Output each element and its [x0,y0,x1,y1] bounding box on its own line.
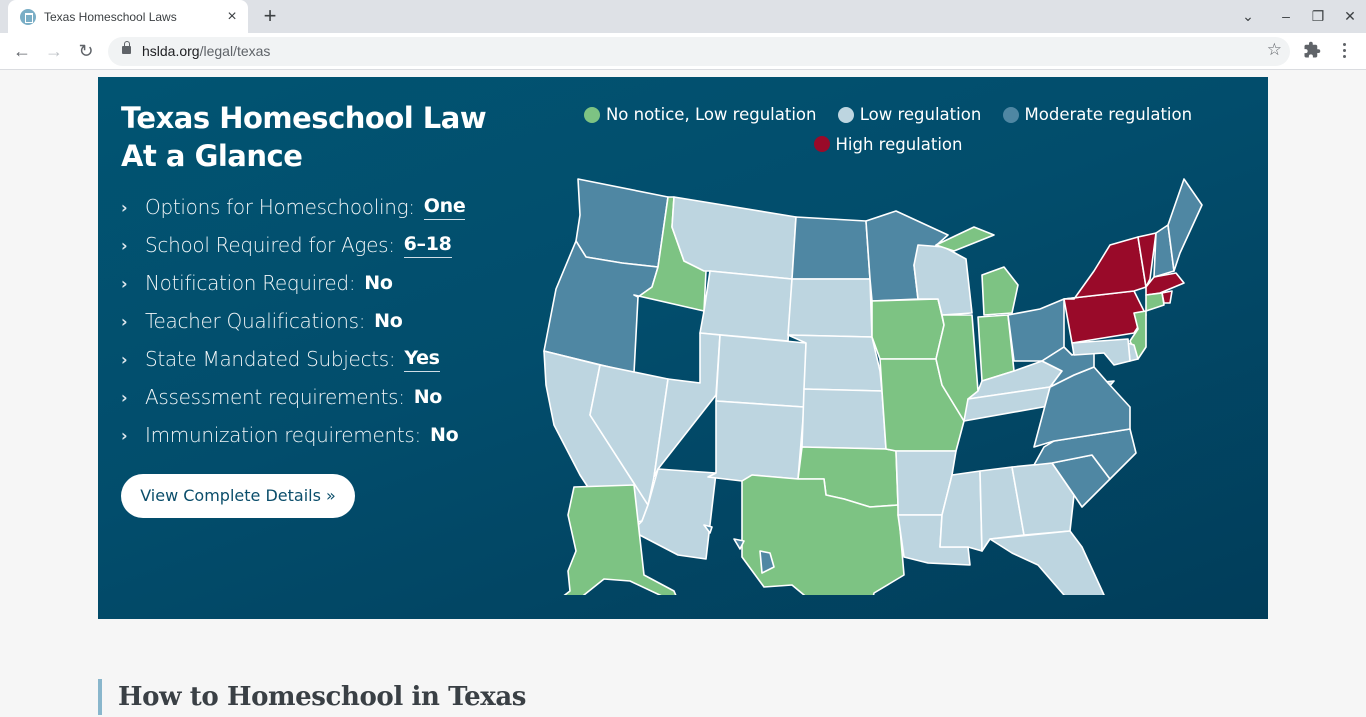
address-bar[interactable]: hslda.org/legal/texas ☆ [108,37,1290,66]
fact-label: Notification Required: [145,271,356,295]
close-window-icon[interactable]: ✕ [1338,6,1362,26]
url-domain: hslda.org [142,43,200,59]
state-sd[interactable] [787,278,873,338]
chevron-right-icon: › [121,425,128,445]
legend-item-low: Low regulation [837,101,982,128]
legend-dot [1002,106,1019,123]
restore-icon[interactable]: ❐ [1306,6,1330,26]
legend-dot [837,106,854,123]
fact-value-link[interactable]: One [423,195,466,220]
legend-dot [813,136,830,152]
fact-label: Assessment requirements: [145,385,405,409]
banner-title: Texas Homeschool Law At a Glance [121,101,487,173]
url-text[interactable]: hslda.org/legal/texas [142,43,270,59]
fact-item: › Notification Required: No [121,264,465,302]
state-ks[interactable] [801,388,887,450]
minimize-icon[interactable]: – [1274,6,1298,26]
chevron-right-icon: › [121,235,128,255]
fact-item: › School Required for Ages: 6–18 [121,226,465,264]
state-wa[interactable] [575,178,669,268]
state-co[interactable] [715,334,807,408]
state-nm[interactable] [707,400,805,482]
fact-item: › State Mandated Subjects: Yes [121,340,465,378]
legend-label: Low regulation [859,105,982,124]
how-to-homeschool-heading: How to Homeschool in Texas [118,682,527,712]
us-regulation-map [543,178,1203,595]
browser-menu-icon[interactable] [1336,41,1352,61]
legend-label: Moderate regulation [1024,105,1193,124]
map-legend: No notice, Low regulation Low regulation… [538,101,1238,160]
state-ny[interactable] [1063,236,1147,300]
fact-value-link[interactable]: Yes [404,347,440,372]
chevron-right-icon: › [121,197,128,217]
state-me[interactable] [1167,178,1203,272]
browser-tab[interactable]: Texas Homeschool Laws × [8,0,248,33]
state-fl[interactable] [989,530,1105,595]
state-ia[interactable] [871,298,945,360]
fact-value: No [413,386,443,408]
lock-icon[interactable] [122,41,131,54]
fact-item: › Immunization requirements: No [121,416,465,454]
fact-label: State Mandated Subjects: [145,347,396,371]
state-ut[interactable] [653,332,721,478]
legend-dot [583,106,600,123]
view-complete-details-button[interactable]: View Complete Details » [121,474,355,518]
fact-value: No [429,424,459,446]
legend-label: No notice, Low regulation [605,105,817,124]
legend-item-none: No notice, Low regulation [583,101,817,128]
state-ct[interactable] [1145,292,1165,312]
reload-icon[interactable]: ↻ [74,39,98,63]
section-heading: How to Homeschool in Texas [98,679,526,715]
legend-item-high: High regulation [813,131,963,158]
legend-item-moderate: Moderate regulation [1002,101,1193,128]
new-tab-button[interactable]: + [258,5,282,29]
fact-item: › Assessment requirements: No [121,378,465,416]
chevron-right-icon: › [121,387,128,407]
fact-label: School Required for Ages: [145,233,395,257]
facts-list: › Options for Homeschooling: One › Schoo… [121,188,466,454]
chevron-right-icon: › [121,349,128,369]
fact-value: No [364,272,393,294]
back-icon[interactable]: ← [10,39,34,63]
forward-icon[interactable]: → [42,39,66,63]
fact-label: Teacher Qualifications: [145,309,366,333]
fact-label: Immunization requirements: [145,423,421,447]
fact-item: › Teacher Qualifications: No [121,302,465,340]
fact-value-link[interactable]: 6–18 [403,233,452,258]
fact-item: › Options for Homeschooling: One [121,188,466,226]
chevron-right-icon: › [121,311,128,331]
tab-title: Texas Homeschool Laws [44,9,177,24]
state-nd[interactable] [791,216,871,280]
tab-strip: Texas Homeschool Laws × + ⌄ – ❐ ✕ [0,0,1366,33]
bookmark-star-icon[interactable]: ☆ [1267,40,1282,60]
chevron-right-icon: › [121,273,128,293]
state-wy[interactable] [699,270,793,342]
legend-label: High regulation [835,134,963,154]
close-tab-icon[interactable]: × [224,8,240,25]
browser-toolbar: ← → ↻ hslda.org/legal/texas ☆ [0,33,1366,70]
extensions-puzzle-icon[interactable] [1302,41,1322,61]
url-path: /legal/texas [199,43,271,59]
fact-value: No [374,310,403,332]
fact-label: Options for Homeschooling: [145,195,415,219]
hslda-favicon-icon [20,8,36,25]
law-at-a-glance-banner: Texas Homeschool Law At a Glance › Optio… [98,77,1268,619]
tab-search-icon[interactable]: ⌄ [1236,6,1260,26]
